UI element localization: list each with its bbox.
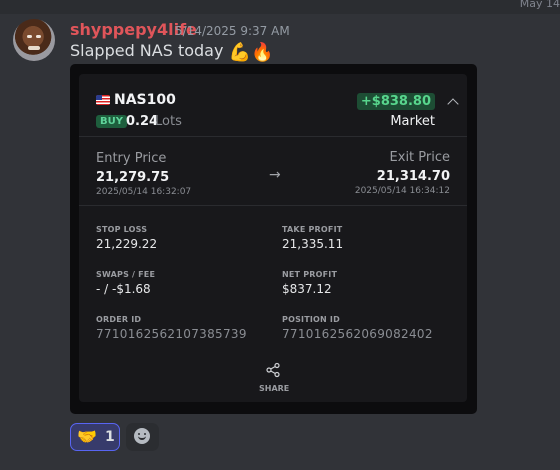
net-profit-value: $837.12 [282,282,332,296]
message-text: Slapped NAS today 💪🔥 [70,41,273,63]
side-badge: BUY [96,115,127,128]
lots-value: 0.24 [126,114,159,129]
us-flag-icon [96,95,110,105]
reaction-handshake[interactable]: 🤝 1 [70,423,120,451]
lots-unit: Lots [155,114,182,129]
exit-price-value: 21,314.70 [376,169,450,184]
flexed-biceps-emoji: 💪 [228,42,251,63]
message-timestamp: 5/14/2025 9:37 AM [175,24,290,38]
trade-card: NAS100 BUY 0.24 Lots +$838.80 Market Ent… [79,74,467,402]
entry-price-value: 21,279.75 [96,170,170,185]
fire-emoji: 🔥 [250,42,274,63]
smiley-add-icon [134,428,150,444]
position-id-label: POSITION ID [282,315,340,324]
avatar-eye [36,35,41,38]
order-type: Market [390,114,435,129]
exit-time: 2025/05/14 16:34:12 [354,186,450,196]
avatar-mouth [28,46,40,50]
order-id-value: 7710162562107385739 [96,327,247,341]
divider [79,205,467,206]
avatar-eye [27,35,32,38]
pnl-badge: +$838.80 [356,93,435,110]
top-strip: May 14 [0,0,560,14]
order-id-label: ORDER ID [96,315,142,324]
message-body: Slapped NAS today [70,41,224,60]
take-profit-value: 21,335.11 [282,237,344,251]
entry-time: 2025/05/14 16:32:07 [96,187,192,197]
chevron-up-icon[interactable] [447,98,459,110]
net-profit-label: NET PROFIT [282,270,338,279]
position-id-value: 7710162562069082402 [282,327,433,341]
avatar[interactable] [13,19,55,61]
exit-price-label: Exit Price [389,150,450,165]
share-button-label[interactable]: SHARE [259,384,289,393]
trade-card-embed[interactable]: NAS100 BUY 0.24 Lots +$838.80 Market Ent… [70,64,477,414]
arrow-right-icon: → [269,167,281,183]
trade-symbol: NAS100 [114,92,176,108]
top-date: May 14 [519,0,560,10]
handshake-emoji: 🤝 [77,427,97,446]
reaction-count: 1 [105,429,115,445]
take-profit-label: TAKE PROFIT [282,225,343,234]
swaps-fee-value: - / -$1.68 [96,282,151,296]
swaps-fee-label: SWAPS / FEE [96,270,156,279]
divider [79,136,467,137]
entry-price-label: Entry Price [96,151,167,166]
share-icon[interactable] [265,362,281,378]
stop-loss-value: 21,229.22 [96,237,158,251]
stop-loss-label: STOP LOSS [96,225,148,234]
add-reaction-button[interactable] [126,423,159,451]
